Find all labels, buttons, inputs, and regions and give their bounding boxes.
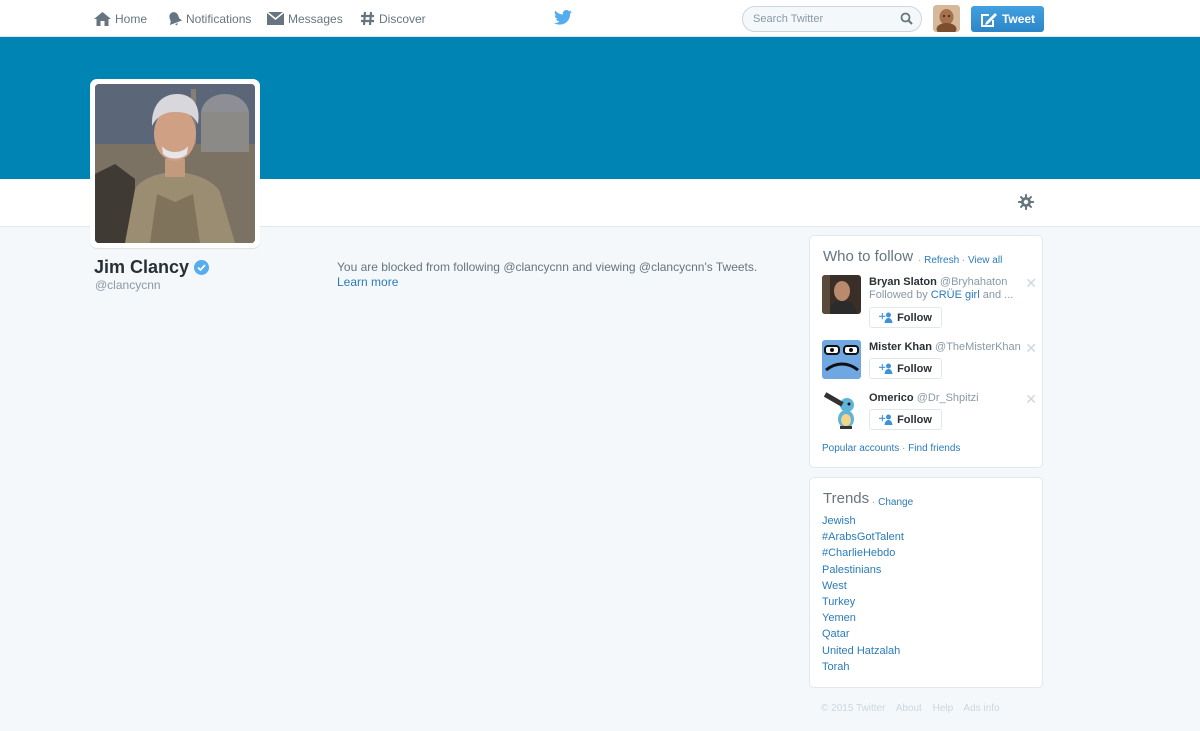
trend-item[interactable]: West — [822, 580, 904, 596]
trend-item[interactable]: Jewish — [822, 515, 904, 531]
nav-home[interactable]: Home — [94, 0, 147, 37]
site-footer: © 2015 Twitter About Help Ads info — [821, 703, 1008, 714]
dismiss-suggestion-close-icon[interactable]: ✕ — [1025, 391, 1037, 408]
view-all-link[interactable]: View all — [968, 255, 1002, 266]
hash-icon — [361, 11, 374, 26]
suggestion-item: Mister Khan @TheMisterKhan ✕ Follow — [822, 340, 1037, 385]
trend-item[interactable]: Turkey — [822, 596, 904, 612]
nav-discover-label: Discover — [379, 11, 426, 26]
trends-module: Trends · Change Jewish #ArabsGotTalent #… — [809, 477, 1043, 688]
learn-more-link[interactable]: Learn more — [337, 275, 398, 289]
nav-messages[interactable]: Messages — [267, 0, 343, 37]
trend-item[interactable]: United Hatzalah — [822, 645, 904, 661]
follow-button-label: Follow — [897, 311, 932, 324]
avatar-image — [933, 5, 960, 32]
trend-item[interactable]: #CharlieHebdo — [822, 547, 904, 563]
trend-item[interactable]: Qatar — [822, 628, 904, 644]
profile-photo[interactable] — [90, 79, 260, 248]
follow-button-label: Follow — [897, 362, 932, 375]
who-to-follow-footer: Popular accounts · Find friends — [822, 443, 961, 454]
refresh-link[interactable]: Refresh — [924, 255, 959, 266]
dismiss-suggestion-close-icon[interactable]: ✕ — [1025, 340, 1037, 357]
verified-badge-icon — [194, 260, 210, 275]
suggestion-followed-by: Followed by CRÜE girl and ... — [869, 289, 1013, 301]
gear-icon[interactable] — [1018, 194, 1034, 210]
trends-header-links: · Change — [872, 497, 914, 508]
who-to-follow-title: Who to follow — [823, 248, 914, 265]
trend-item[interactable]: Palestinians — [822, 564, 904, 580]
search-icon[interactable] — [900, 12, 913, 25]
dismiss-suggestion-close-icon[interactable]: ✕ — [1025, 275, 1037, 292]
footer-about-link[interactable]: About — [896, 703, 922, 714]
user-avatar-menu[interactable] — [933, 5, 960, 32]
who-to-follow-module: Who to follow · Refresh · View all Bryan… — [809, 235, 1043, 468]
suggestion-avatar[interactable] — [822, 340, 861, 379]
suggestion-name: Bryan Slaton — [869, 276, 937, 288]
followed-by-prefix: Followed by — [869, 289, 931, 301]
suggestion-avatar[interactable] — [822, 275, 861, 314]
home-icon — [94, 11, 111, 26]
bell-icon — [169, 12, 182, 26]
popular-accounts-link[interactable]: Popular accounts — [822, 443, 899, 454]
blocked-message-text: You are blocked from following @clancycn… — [337, 260, 758, 274]
follow-button[interactable]: Follow — [869, 307, 942, 328]
search-input[interactable] — [743, 7, 893, 31]
suggestion-name-line[interactable]: Omerico @Dr_Shpitzi — [869, 392, 979, 404]
follow-user-icon — [879, 414, 893, 425]
footer-help-link[interactable]: Help — [933, 703, 954, 714]
trends-title: Trends — [823, 490, 870, 507]
follow-user-icon — [879, 312, 893, 323]
change-trends-link[interactable]: Change — [878, 497, 913, 508]
twitter-bird-icon[interactable] — [554, 10, 572, 25]
follow-button-label: Follow — [897, 413, 932, 426]
envelope-icon — [267, 12, 284, 25]
suggestion-avatar[interactable] — [822, 391, 861, 430]
compose-icon — [980, 12, 997, 27]
suggestion-handle: @Dr_Shpitzi — [916, 392, 979, 404]
suggestion-name-line[interactable]: Mister Khan @TheMisterKhan — [869, 341, 1021, 353]
follow-user-icon — [879, 363, 893, 374]
tweet-button-label: Tweet — [1001, 12, 1036, 26]
blocked-message: You are blocked from following @clancycn… — [337, 260, 787, 290]
profile-handle[interactable]: @clancycnn — [95, 278, 161, 292]
suggestion-item: Omerico @Dr_Shpitzi ✕ Follow — [822, 391, 1037, 436]
follow-button[interactable]: Follow — [869, 409, 942, 430]
trend-item[interactable]: #ArabsGotTalent — [822, 531, 904, 547]
nav-notifications-label: Notifications — [186, 11, 252, 26]
footer-ads-info-link[interactable]: Ads info — [963, 703, 999, 714]
suggestion-name: Omerico — [869, 392, 914, 404]
profile-name: Jim Clancy — [94, 257, 210, 278]
trend-list: Jewish #ArabsGotTalent #CharlieHebdo Pal… — [822, 515, 904, 677]
suggestion-name-line[interactable]: Bryan Slaton @Bryhahaton — [869, 276, 1007, 288]
nav-notifications[interactable]: Notifications — [167, 0, 251, 37]
search-box[interactable] — [742, 6, 922, 32]
top-navigation-bar: Home Notifications Messages Discover Twe… — [0, 0, 1200, 37]
profile-photo-image — [95, 84, 255, 243]
suggestion-name: Mister Khan — [869, 341, 932, 353]
find-friends-link[interactable]: Find friends — [908, 443, 960, 454]
nav-messages-label: Messages — [288, 11, 343, 26]
footer-copyright: © 2015 Twitter — [821, 703, 886, 714]
suggestion-handle: @TheMisterKhan — [935, 341, 1021, 353]
nav-home-label: Home — [115, 11, 148, 26]
suggestion-handle: @Bryhahaton — [939, 276, 1008, 288]
followed-by-link[interactable]: CRÜE girl — [931, 289, 980, 301]
tweet-button[interactable]: Tweet — [971, 6, 1044, 32]
who-to-follow-header-links: · Refresh · View all — [918, 255, 1003, 266]
followed-by-suffix: and ... — [979, 289, 1014, 301]
suggestion-item: Bryan Slaton @Bryhahaton Followed by CRÜ… — [822, 275, 1037, 330]
trend-item[interactable]: Yemen — [822, 612, 904, 628]
nav-discover[interactable]: Discover — [360, 0, 426, 37]
trend-item[interactable]: Torah — [822, 661, 904, 677]
follow-button[interactable]: Follow — [869, 358, 942, 379]
profile-name-text: Jim Clancy — [94, 257, 190, 277]
